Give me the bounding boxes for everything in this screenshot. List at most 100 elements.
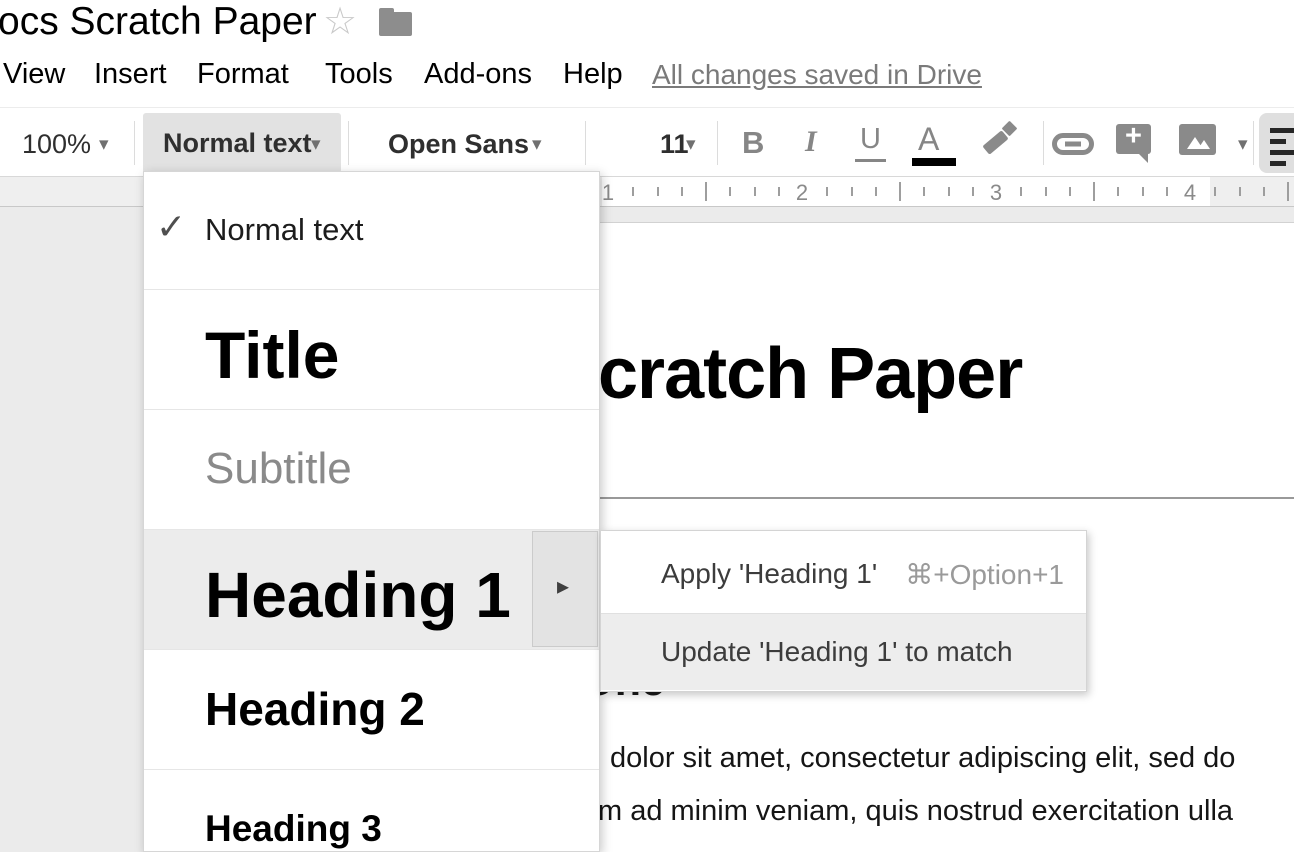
- bold-icon[interactable]: B: [742, 125, 764, 161]
- ruler-number: 4: [1180, 180, 1200, 206]
- text-color-icon[interactable]: A: [918, 121, 939, 158]
- ruler-tick: [1214, 187, 1216, 196]
- underline-icon-bar: [855, 159, 886, 162]
- toolbar-separator: [717, 121, 718, 165]
- apply-heading1-label: Apply 'Heading 1': [661, 558, 877, 590]
- image-dropdown-arrow-icon[interactable]: ▾: [1238, 133, 1248, 156]
- align-icon-bar: [1270, 150, 1294, 155]
- ruler-tick: [1287, 182, 1289, 201]
- style-option-label: Heading 2: [205, 682, 425, 736]
- menubar: View Insert Format Tools Add-ons Help: [0, 55, 1294, 105]
- star-icon[interactable]: ☆: [323, 1, 357, 43]
- google-docs-window: ocs Scratch Paper ☆ View Insert Format T…: [0, 0, 1294, 852]
- style-option-title[interactable]: Title: [144, 290, 599, 410]
- image-mountain-shape-small: [1198, 140, 1210, 149]
- toolbar-separator: [1043, 121, 1044, 165]
- style-option-heading-1[interactable]: Heading 1 ▸: [144, 530, 599, 650]
- font-select[interactable]: Open Sans: [388, 129, 529, 160]
- body-text-line: boris nisi ut aliquip ex ea commodo cons…: [600, 847, 1195, 852]
- check-icon: ✓: [156, 206, 186, 248]
- style-option-heading-3[interactable]: Heading 3: [144, 770, 599, 852]
- ruler-tick: [778, 187, 780, 196]
- ruler-tick: [948, 187, 950, 196]
- ruler-tick: [705, 182, 707, 201]
- ruler-number: 2: [792, 180, 812, 206]
- heading1-expand-button[interactable]: ▸: [532, 531, 598, 647]
- submenu-arrow-icon: ▸: [557, 572, 569, 601]
- paragraph-style-label: Normal text: [163, 128, 312, 159]
- toolbar-separator: [585, 121, 586, 165]
- menu-insert[interactable]: Insert: [94, 58, 167, 91]
- insert-link-icon[interactable]: [1052, 132, 1094, 156]
- menu-view[interactable]: View: [3, 58, 65, 91]
- ruler-tick: [1069, 187, 1071, 196]
- style-dropdown-arrow-icon: ▾: [311, 133, 321, 156]
- ruler-tick: [1263, 187, 1265, 196]
- ruler-tick: [754, 187, 756, 196]
- style-option-normal-text[interactable]: ✓ Normal text: [144, 172, 599, 290]
- underline-icon[interactable]: U: [860, 123, 881, 156]
- align-left-button[interactable]: [1259, 113, 1294, 173]
- style-option-subtitle[interactable]: Subtitle: [144, 410, 599, 530]
- document-name-field[interactable]: ocs Scratch Paper: [0, 0, 317, 44]
- ruler-tick: [1117, 187, 1119, 196]
- toolbar: 100% ▾ Normal text ▾ Open Sans ▾ 11 ▾ B …: [0, 107, 1294, 177]
- font-size-select[interactable]: 11: [660, 129, 689, 160]
- heading1-submenu: Apply 'Heading 1' ⌘+Option+1 Update 'Hea…: [600, 530, 1087, 692]
- folder-icon[interactable]: [379, 8, 412, 36]
- update-heading1-label: Update 'Heading 1' to match: [661, 636, 1013, 668]
- ruler-tick: [729, 187, 731, 196]
- menu-addons[interactable]: Add-ons: [424, 58, 532, 91]
- body-text-line: m ad minim veniam, quis nostrud exercita…: [598, 794, 1233, 828]
- ruler-tick: [632, 187, 634, 196]
- font-size-dropdown-arrow-icon[interactable]: ▾: [686, 133, 696, 156]
- ruler-tick: [1239, 187, 1241, 196]
- paragraph-style-selector[interactable]: Normal text ▾: [143, 113, 341, 173]
- ruler-tick: [899, 182, 901, 201]
- apply-heading1-shortcut: ⌘+Option+1: [905, 558, 1064, 591]
- ruler-tick: [923, 187, 925, 196]
- menu-help[interactable]: Help: [563, 58, 623, 91]
- style-option-label: Heading 1: [205, 558, 511, 632]
- ruler-number: 1: [598, 180, 618, 206]
- italic-icon[interactable]: I: [805, 125, 817, 159]
- ruler-tick: [1020, 187, 1022, 196]
- ruler-tick: [1093, 182, 1095, 201]
- toolbar-separator: [134, 121, 135, 165]
- paint-format-icon[interactable]: [982, 120, 1018, 160]
- zoom-select[interactable]: 100%: [22, 129, 91, 160]
- ruler-tick: [681, 187, 683, 196]
- style-option-label: Title: [205, 317, 339, 393]
- text-color-swatch: [912, 158, 956, 166]
- zoom-dropdown-arrow-icon[interactable]: ▾: [99, 133, 109, 156]
- ruler-tick: [826, 187, 828, 196]
- folder-icon-body: [379, 12, 412, 36]
- ruler-tick: [657, 187, 659, 196]
- paint-format-icon-body: [982, 130, 1008, 154]
- insert-comment-icon[interactable]: +: [1116, 124, 1151, 154]
- ruler-tick: [851, 187, 853, 196]
- ruler-tick: [1166, 187, 1168, 196]
- ruler-tick: [1142, 187, 1144, 196]
- comment-tail: [1138, 153, 1148, 163]
- menu-tools[interactable]: Tools: [325, 58, 393, 91]
- titlebar: ocs Scratch Paper ☆ View Insert Format T…: [0, 0, 1294, 107]
- font-dropdown-arrow-icon[interactable]: ▾: [532, 133, 542, 156]
- align-icon-bar: [1270, 128, 1294, 133]
- comment-plus-glyph: +: [1116, 121, 1151, 151]
- ruler-tick: [875, 187, 877, 196]
- body-text-line: dolor sit amet, consectetur adipiscing e…: [610, 741, 1235, 775]
- doc-heading-title: cratch Paper: [598, 333, 1022, 415]
- menu-format[interactable]: Format: [197, 58, 289, 91]
- toolbar-separator: [1253, 121, 1254, 165]
- paragraph-styles-menu: ✓ Normal text Title Subtitle Heading 1 ▸…: [143, 171, 600, 852]
- save-status-link[interactable]: All changes saved in Drive: [652, 59, 982, 91]
- style-option-label: Normal text: [205, 212, 363, 248]
- align-icon-bar: [1270, 161, 1286, 166]
- insert-image-icon[interactable]: [1179, 124, 1216, 155]
- align-icon-bar: [1270, 139, 1286, 144]
- ruler-tick: [972, 187, 974, 196]
- ruler-number: 3: [986, 180, 1006, 206]
- style-option-heading-2[interactable]: Heading 2: [144, 650, 599, 770]
- update-heading1-item[interactable]: Update 'Heading 1' to match: [601, 614, 1086, 690]
